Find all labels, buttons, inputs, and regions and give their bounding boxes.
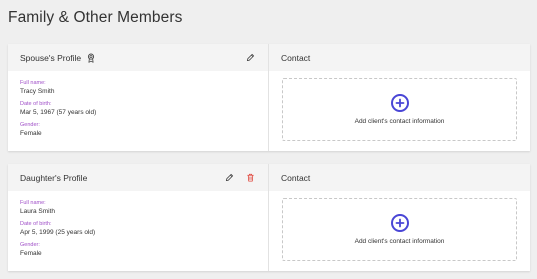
profile-title: Spouse's Profile [20, 52, 82, 63]
edit-profile-button[interactable] [223, 172, 235, 184]
contact-section: Contact Add client's contact information [269, 44, 530, 151]
field-label: Date of birth: [20, 221, 52, 227]
award-ribbon-icon [86, 53, 96, 63]
full-name-field: Full name: Laura Smith [20, 199, 256, 216]
gender-field: Gender: Female [20, 241, 256, 258]
contact-title: Contact [281, 172, 311, 183]
date-of-birth-field: Date of birth: Mar 5, 1967 (57 years old… [20, 100, 256, 117]
add-contact-button[interactable]: Add client's contact information [282, 198, 517, 261]
field-value: Female [20, 250, 42, 257]
add-contact-label: Add client's contact information [354, 238, 445, 245]
field-label: Full name: [20, 200, 46, 206]
member-card-daughter: Daughter's Profile Full name: Laura Smit… [8, 164, 530, 271]
add-contact-label: Add client's contact information [354, 118, 445, 125]
contact-header: Contact [269, 44, 530, 71]
profile-header: Spouse's Profile [8, 44, 268, 71]
plus-circle-icon [390, 214, 409, 232]
field-label: Date of birth: [20, 101, 52, 107]
profile-section: Spouse's Profile Full name: Tracy Smith … [8, 44, 269, 151]
profile-section: Daughter's Profile Full name: Laura Smit… [8, 164, 269, 271]
contact-section: Contact Add client's contact information [269, 164, 530, 271]
member-card-spouse: Spouse's Profile Full name: Tracy Smith … [8, 44, 530, 151]
pencil-icon [246, 53, 254, 62]
profile-details: Full name: Tracy Smith Date of birth: Ma… [8, 71, 268, 150]
profile-title: Daughter's Profile [20, 172, 88, 183]
pencil-icon [225, 173, 233, 182]
profile-header: Daughter's Profile [8, 164, 268, 191]
field-value: Tracy Smith [20, 88, 55, 95]
field-label: Gender: [20, 122, 40, 128]
profile-details: Full name: Laura Smith Date of birth: Ap… [8, 191, 268, 270]
date-of-birth-field: Date of birth: Apr 5, 1999 (25 years old… [20, 220, 256, 237]
add-contact-button[interactable]: Add client's contact information [282, 78, 517, 141]
trash-icon [246, 173, 254, 182]
gender-field: Gender: Female [20, 121, 256, 138]
field-value: Mar 5, 1967 (57 years old) [20, 109, 97, 116]
delete-profile-button[interactable] [244, 172, 256, 184]
contact-title: Contact [281, 52, 311, 63]
field-value: Laura Smith [20, 208, 56, 215]
field-value: Apr 5, 1999 (25 years old) [20, 229, 96, 236]
page-title: Family & Other Members [8, 9, 183, 26]
edit-profile-button[interactable] [244, 52, 256, 64]
plus-circle-icon [390, 94, 409, 112]
field-label: Full name: [20, 80, 46, 86]
field-label: Gender: [20, 242, 40, 248]
contact-header: Contact [269, 164, 530, 191]
full-name-field: Full name: Tracy Smith [20, 79, 256, 96]
field-value: Female [20, 130, 42, 137]
